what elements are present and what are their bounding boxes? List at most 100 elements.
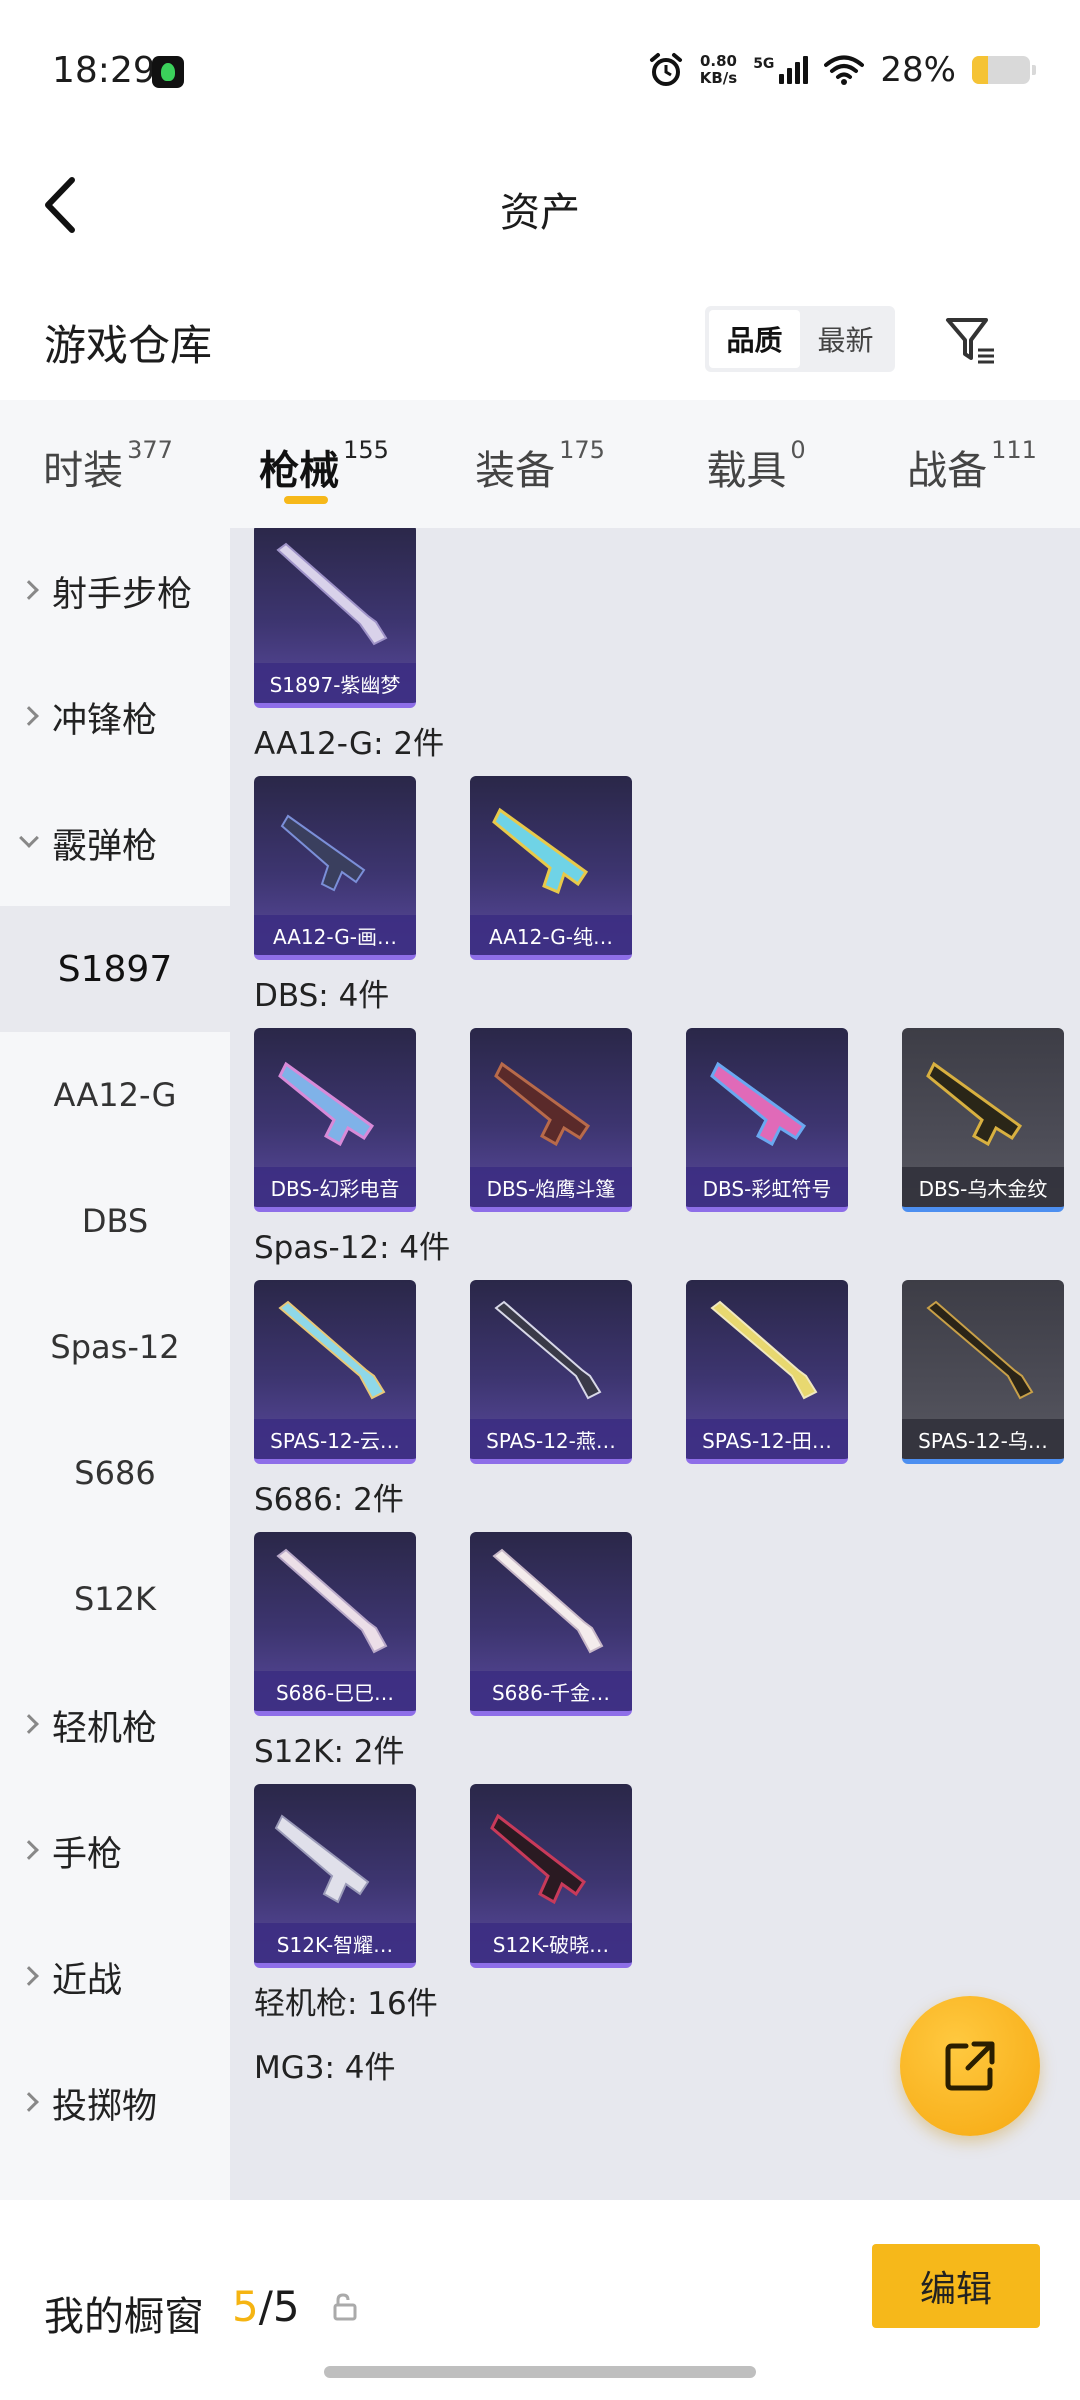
- item-name: AA12-G-纯…: [470, 915, 632, 955]
- sort-quality-option[interactable]: 品质: [709, 310, 800, 368]
- home-indicator[interactable]: [324, 2366, 756, 2378]
- sidebar-item-label: S686: [74, 1454, 156, 1492]
- sidebar-item-lmgs[interactable]: 轻机枪: [0, 1662, 230, 1788]
- item-card[interactable]: SPAS-12-田…: [686, 1280, 848, 1464]
- chevron-right-icon: [19, 1966, 39, 1986]
- item-card[interactable]: DBS-幻彩电音: [254, 1028, 416, 1212]
- tab-label: 时装: [43, 448, 124, 494]
- shotgun-image: [278, 1061, 375, 1147]
- back-arrow-icon[interactable]: [30, 160, 100, 250]
- item-card[interactable]: SPAS-12-云…: [254, 1280, 416, 1464]
- page-title: 资产: [500, 190, 580, 236]
- edit-button[interactable]: 编辑: [872, 2244, 1040, 2328]
- section-title: DBS: 4件: [254, 977, 390, 1014]
- showcase-total-count: /5: [258, 2282, 300, 2331]
- alarm-icon: [649, 53, 682, 86]
- chevron-right-icon: [19, 2092, 39, 2112]
- item-name: AA12-G-画…: [254, 915, 416, 955]
- sort-toggle: 品质 最新: [705, 306, 895, 372]
- shotgun-image: [280, 814, 366, 892]
- chevron-right-icon: [19, 1840, 39, 1860]
- item-card[interactable]: S686-千金…: [470, 1532, 632, 1716]
- tab-supplies[interactable]: 战备 111: [864, 400, 1080, 528]
- items-row: SPAS-12-云… SPAS-12-燕… SPAS-12-田… SPAS-12…: [254, 1276, 1064, 1464]
- shotgun-image: [710, 1300, 818, 1400]
- shotgun-image: [274, 1814, 370, 1904]
- sidebar-item-throwables[interactable]: 投掷物: [0, 2040, 230, 2166]
- sidebar-item-melee[interactable]: 近战: [0, 1914, 230, 2040]
- sidebar-item-marksman-rifles[interactable]: 射手步枪: [0, 528, 230, 654]
- item-card[interactable]: SPAS-12-燕…: [470, 1280, 632, 1464]
- sidebar-item-smgs[interactable]: 冲锋枪: [0, 654, 230, 780]
- shotgun-image: [276, 1548, 388, 1654]
- sidebar-item-label: Spas-12: [50, 1328, 180, 1366]
- shotgun-image: [492, 807, 589, 895]
- tab-vehicles[interactable]: 载具 0: [648, 400, 864, 528]
- sidebar-subitem-s686[interactable]: S686: [0, 1410, 230, 1536]
- chevron-right-icon: [19, 1714, 39, 1734]
- section-title: Spas-12: 4件: [254, 1229, 451, 1266]
- item-card[interactable]: DBS-乌木金纹: [902, 1028, 1064, 1212]
- sidebar-item-label: 投掷物: [52, 2086, 158, 2127]
- tab-label: 枪械: [259, 448, 340, 494]
- network-speed-unit: KB/s: [699, 69, 738, 87]
- app-header: 资产: [0, 140, 1080, 270]
- sidebar-subitem-spas12[interactable]: Spas-12: [0, 1284, 230, 1410]
- tab-fashion[interactable]: 时装 377: [0, 400, 216, 528]
- share-button[interactable]: [900, 1996, 1040, 2136]
- item-name: SPAS-12-乌…: [902, 1419, 1064, 1459]
- item-name: S686-巳巳…: [254, 1671, 416, 1711]
- sidebar-item-pistols[interactable]: 手枪: [0, 1788, 230, 1914]
- items-row-s1897: S1897-紫幽梦: [254, 528, 1064, 708]
- items-row: S12K-智耀… S12K-破晓…: [254, 1780, 1064, 1968]
- filter-icon[interactable]: [940, 310, 1000, 370]
- showcase-used-count: 5: [232, 2282, 259, 2331]
- item-card[interactable]: S12K-破晓…: [470, 1784, 632, 1968]
- item-card[interactable]: SPAS-12-乌…: [902, 1280, 1064, 1464]
- sort-newest-option[interactable]: 最新: [800, 310, 891, 368]
- category-tabs: 时装 377 枪械 155 装备 175 载具 0 战备 111: [0, 400, 1080, 528]
- tab-count: 111: [991, 436, 1037, 464]
- item-card[interactable]: DBS-焰鹰斗篷: [470, 1028, 632, 1212]
- battery-percent: 28%: [880, 50, 956, 90]
- shotgun-image: [926, 1300, 1034, 1400]
- item-card[interactable]: AA12-G-画…: [254, 776, 416, 960]
- item-card[interactable]: S1897-紫幽梦: [254, 528, 416, 708]
- showcase-bar: 我的橱窗 5/5 编辑: [0, 2200, 1080, 2400]
- tab-count: 175: [559, 436, 605, 464]
- tab-guns[interactable]: 枪械 155: [216, 400, 432, 528]
- item-card[interactable]: S12K-智耀…: [254, 1784, 416, 1968]
- sidebar-item-shotguns[interactable]: 霰弹枪: [0, 780, 230, 906]
- tab-equipment[interactable]: 装备 175: [432, 400, 648, 528]
- item-grid[interactable]: S1897-紫幽梦 AA12-G: 2件 AA12-G-画… AA12-G-纯……: [230, 528, 1080, 2200]
- showcase-label: 我的橱窗: [44, 2294, 204, 2340]
- shotgun-image: [276, 542, 388, 646]
- section-title: S12K: 2件: [254, 1733, 405, 1770]
- status-bar: 18:29 0.80 KB/s 5G 28%: [0, 0, 1080, 140]
- shotgun-image: [926, 1061, 1023, 1147]
- shotgun-image: [490, 1813, 587, 1905]
- shotgun-image: [494, 1300, 602, 1400]
- cellular-signal-icon: 5G: [753, 56, 809, 84]
- sidebar-item-label: 冲锋枪: [52, 700, 158, 741]
- item-card[interactable]: DBS-彩虹符号: [686, 1028, 848, 1212]
- item-name: S1897-紫幽梦: [254, 663, 416, 703]
- shotgun-image: [494, 1061, 591, 1147]
- shotgun-image: [492, 1548, 604, 1654]
- showcase-count: 5/5: [232, 2282, 300, 2331]
- sidebar-subitem-dbs[interactable]: DBS: [0, 1158, 230, 1284]
- sidebar-item-label: S1897: [57, 948, 173, 990]
- sidebar-subitem-s1897[interactable]: S1897: [0, 906, 230, 1032]
- sidebar-subitem-aa12g[interactable]: AA12-G: [0, 1032, 230, 1158]
- chevron-down-icon: [19, 828, 39, 848]
- app-notification-icon: [152, 56, 184, 88]
- item-name: SPAS-12-田…: [686, 1419, 848, 1459]
- item-card[interactable]: AA12-G-纯…: [470, 776, 632, 960]
- item-card[interactable]: S686-巳巳…: [254, 1532, 416, 1716]
- item-name: DBS-焰鹰斗篷: [470, 1167, 632, 1207]
- tab-count: 377: [127, 436, 173, 464]
- chevron-right-icon: [19, 706, 39, 726]
- section-title: AA12-G: 2件: [254, 725, 445, 762]
- sidebar-subitem-s12k[interactable]: S12K: [0, 1536, 230, 1662]
- sidebar-item-label: 轻机枪: [52, 1708, 158, 1749]
